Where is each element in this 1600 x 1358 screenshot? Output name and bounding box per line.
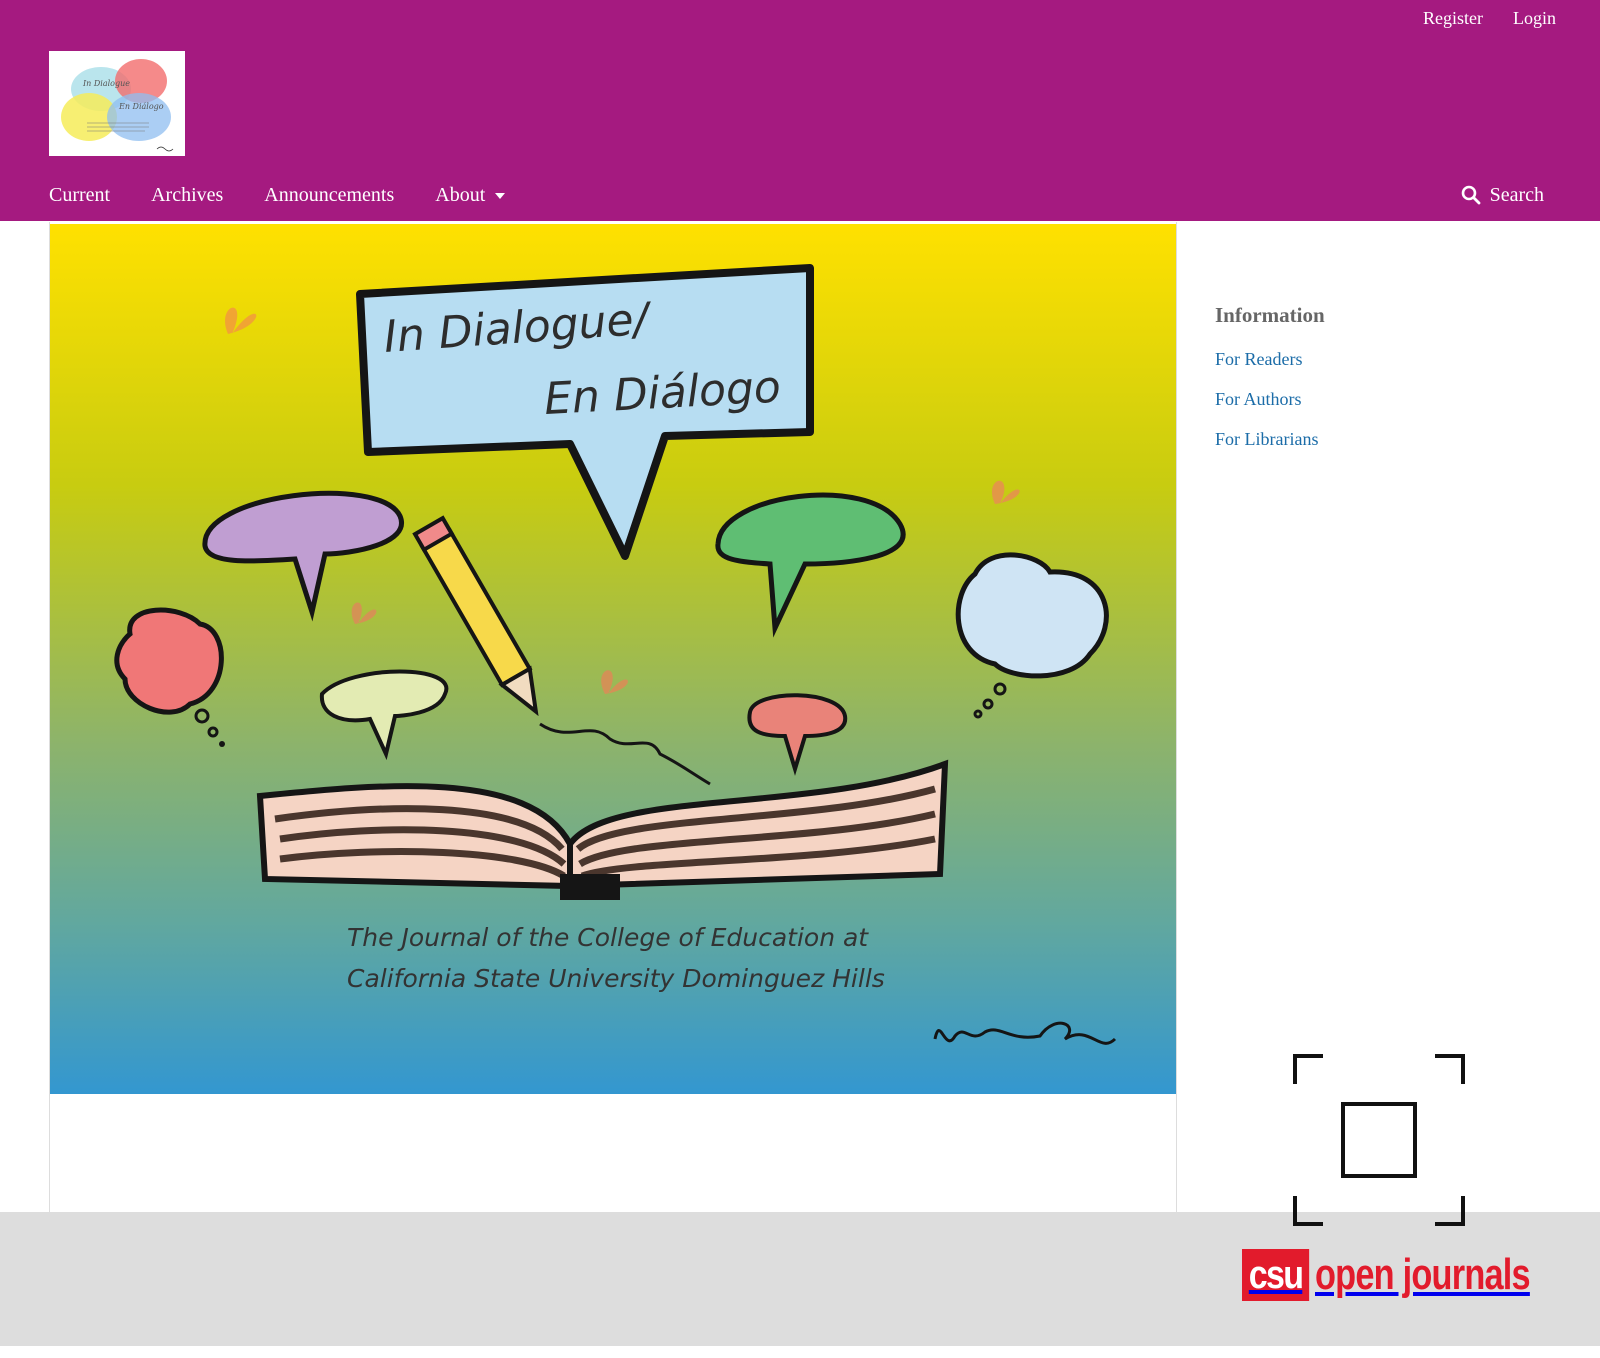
register-link[interactable]: Register — [1423, 6, 1483, 30]
sidebar-link-for-authors[interactable]: For Authors — [1215, 389, 1302, 409]
sidebar-heading: Information — [1215, 303, 1325, 327]
search-icon — [1461, 185, 1480, 205]
sidebar-link-for-librarians[interactable]: For Librarians — [1215, 429, 1318, 449]
logo-open-journals-text: open journals — [1314, 1250, 1531, 1299]
logo-text-line2: En Diálogo — [118, 102, 164, 111]
user-nav: Register Login — [1423, 6, 1556, 30]
site-logo-image: In Dialogue En Diálogo — [49, 51, 185, 156]
homepage-cover-image: In Dialogue/ En Diálogo The Journal of t… — [50, 224, 1176, 1094]
nav-about[interactable]: About — [435, 180, 506, 210]
main-nav: Current Archives Announcements About — [49, 180, 506, 210]
nav-current[interactable]: Current — [49, 180, 110, 210]
logo-text-line1: In Dialogue — [82, 79, 130, 88]
cover-subtitle-line1: The Journal of the College of Education … — [347, 923, 869, 952]
nav-archives[interactable]: Archives — [151, 180, 223, 210]
nav-announcements[interactable]: Announcements — [264, 180, 394, 210]
site-logo[interactable]: In Dialogue En Diálogo — [49, 51, 185, 156]
fullscreen-icon[interactable] — [1293, 1054, 1465, 1226]
chevron-down-icon — [495, 193, 506, 199]
site-header: Register Login In Dialogue En Diálogo Cu… — [0, 0, 1600, 221]
sidebar-links: For Readers For Authors For Librarians — [1215, 347, 1325, 452]
csu-open-journals-logo[interactable]: csu open journals — [1242, 1249, 1590, 1301]
logo-csu-text: csu — [1242, 1249, 1310, 1301]
cover-illustration: In Dialogue/ En Diálogo The Journal of t… — [50, 224, 1176, 1094]
search-label: Search — [1489, 184, 1544, 206]
sidebar-link-for-readers[interactable]: For Readers — [1215, 349, 1302, 369]
login-link[interactable]: Login — [1513, 6, 1556, 30]
sidebar-information: Information For Readers For Authors For … — [1215, 300, 1325, 467]
red-thought-cloud — [114, 607, 224, 715]
nav-about-label: About — [435, 184, 486, 206]
footer-bottom-strip — [0, 1346, 1600, 1358]
search-link[interactable]: Search — [1461, 180, 1544, 210]
cover-subtitle-line2: California State University Dominguez Hi… — [347, 964, 885, 993]
